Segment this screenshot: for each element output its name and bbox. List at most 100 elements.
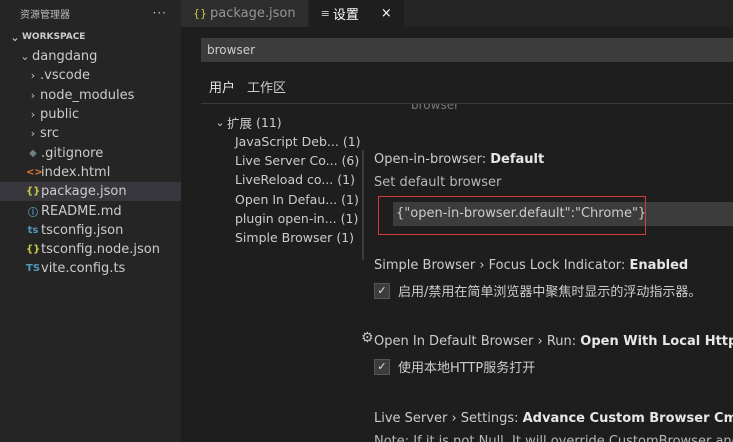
setting-description: Note: If it is not Null, It will overrid… [374,434,733,442]
tab-label: 设置 [332,8,359,23]
file-type-icon: TS [26,263,41,275]
explorer-sidebar: 资源管理器 ··· ⌄ WORKSPACE ⌄ dangdang › .vscode ›… [0,0,181,442]
tree-item[interactable]: › public [0,105,181,124]
toc-entry[interactable]: plugin open-in... (1) [213,209,361,228]
chevron-right-icon: › [30,127,36,141]
tree-item-label: package.json [41,184,127,200]
setting-title: Simple Browser › Focus Lock Indicator: E… [374,258,733,273]
tree-item-label: index.html [41,164,111,180]
tree-item-label: README.md [41,203,122,219]
setting-checkbox-row[interactable]: ✓ 使用本地HTTP服务打开 [374,357,733,376]
toc-entry[interactable]: LiveReload co... (1) [213,170,361,189]
settings-list: browser Open-in-browser: Default Set def… [355,104,733,442]
toc-entry-label: JavaScript Deb... [235,134,339,150]
toc-entry[interactable]: Live Server Co... (6) [213,151,361,170]
checkbox[interactable]: ✓ [374,282,390,299]
toc-entry[interactable]: JavaScript Deb... (1) [213,132,361,151]
settings-toc: ⌄ 扩展 (11) JavaScript Deb... (1) Live Serve… [213,113,361,247]
setting-key: Default [490,152,545,167]
setting-title: Open In Default Browser › Run: Open With… [374,334,733,349]
setting-live-server-custom-browser: Live Server › Settings: Advance Custom B… [374,411,733,442]
tree-item[interactable]: ⓘ README.md [0,201,181,220]
tree-item[interactable]: {} tsconfig.node.json [0,240,181,259]
tree-item[interactable]: {} package.json [0,182,181,202]
gear-icon[interactable]: ⚙ [361,330,374,346]
tree-item[interactable]: ts tsconfig.json [0,221,181,240]
tree-item[interactable]: <> index.html [0,163,181,182]
tab-user[interactable]: 用户 [209,77,235,96]
chevron-down-icon: ⌄ [10,30,20,44]
focus-indicator [362,150,364,260]
more-actions-icon[interactable]: ··· [153,6,167,20]
json-file-icon: {} [193,7,207,20]
file-type-icon: ⓘ [28,207,38,219]
tab-label: package.json [210,6,296,21]
tree-item[interactable]: › node_modules [0,86,181,105]
setting-title: Open-in-browser: Default [374,152,733,167]
checkbox[interactable]: ✓ [374,358,390,375]
toc-entry[interactable]: Open In Defau... (1) [213,190,361,209]
tree-item[interactable]: ⌄ dangdang [0,47,181,66]
toc-entry-label: LiveReload co... [235,172,334,188]
chevron-down-icon: ⌄ [215,116,225,129]
setting-prefix: Simple Browser › Focus Lock Indicator: [374,258,630,273]
settings-scope-tabs: 用户 工作区 [209,77,286,96]
file-type-icon: ◆ [29,147,37,159]
toc-group-label: 扩展 [227,116,253,131]
editor-tab[interactable]: {} package.json [181,0,309,27]
settings-search-input[interactable]: browser [201,38,733,62]
tree-item[interactable]: ◆ .gitignore [0,143,181,162]
setting-simple-browser-focus-lock: Simple Browser › Focus Lock Indicator: E… [374,258,733,300]
workspace-label: WORKSPACE [22,32,86,42]
toc-entry[interactable]: Simple Browser (1) [213,228,361,247]
file-tree: ⌄ dangdang › .vscode › node_modules › public › sr… [0,47,181,279]
toc-entries: JavaScript Deb... (1) Live Server Co... (6)… [213,132,361,247]
editor-tab[interactable]: ≡ 设置 × [308,0,405,27]
tree-item[interactable]: TS vite.config.ts [0,259,181,278]
clipped-heading: browser [411,104,460,112]
setting-description: Set default browser [374,175,502,190]
file-type-icon: ts [27,224,39,236]
tree-item-label: vite.config.ts [41,261,126,277]
setting-title: Live Server › Settings: Advance Custom B… [374,411,733,426]
setting-prefix: Open-in-browser: [374,152,491,167]
tree-item-label: .vscode [40,68,90,84]
toc-entry-label: Live Server Co... [235,153,338,169]
explorer-title-bar: 资源管理器 ··· [0,0,181,26]
setting-checkbox-row[interactable]: ✓ 启用/禁用在简单浏览器中聚焦时显示的浮动指示器。 [374,281,733,300]
tree-item-label: src [40,126,59,142]
file-type-icon: <> [26,166,43,178]
setting-key: Open With Local Http [580,334,733,349]
highlight-box [378,196,646,235]
file-type-icon: {} [26,244,41,256]
setting-prefix: Live Server › Settings: [374,411,523,426]
close-icon[interactable]: × [381,6,392,21]
setting-open-in-browser-default: Open-in-browser: Default Set default bro… [362,150,733,260]
tree-item[interactable]: › src [0,124,181,143]
toc-group-count: (11) [256,115,282,130]
toc-entry-count: (1) [336,230,355,246]
toc-entry-label: Simple Browser [235,230,333,246]
settings-icon: ≡ [320,7,330,20]
chevron-right-icon: › [30,88,36,102]
tree-item-label: .gitignore [41,145,104,161]
setting-prefix: Open In Default Browser › Run: [374,334,581,349]
setting-key: Advance Custom Browser Cmd Line [522,411,733,426]
checkbox-label: 使用本地HTTP服务打开 [398,361,536,376]
setting-key: Enabled [629,258,689,273]
editor-area: {} package.json ≡ 设置 × browser 用户 工作区 ⌄ 扩展 (… [181,0,733,442]
chevron-down-icon: ⌄ [20,50,30,64]
tree-item[interactable]: › .vscode [0,66,181,85]
tree-item-label: tsconfig.json [41,222,124,238]
chevron-right-icon: › [30,108,36,122]
tab-workspace[interactable]: 工作区 [247,77,286,96]
tree-item-label: tsconfig.node.json [41,242,160,258]
toc-entry-label: Open In Defau... [235,191,338,207]
file-type-icon: {} [26,186,41,198]
tree-item-label: node_modules [40,87,135,103]
tree-item-label: public [40,107,80,123]
workspace-header[interactable]: ⌄ WORKSPACE [0,27,181,47]
toc-group-extensions[interactable]: ⌄ 扩展 (11) [213,113,361,132]
toc-entry-label: plugin open-in... [235,210,337,226]
chevron-right-icon: › [30,69,36,83]
